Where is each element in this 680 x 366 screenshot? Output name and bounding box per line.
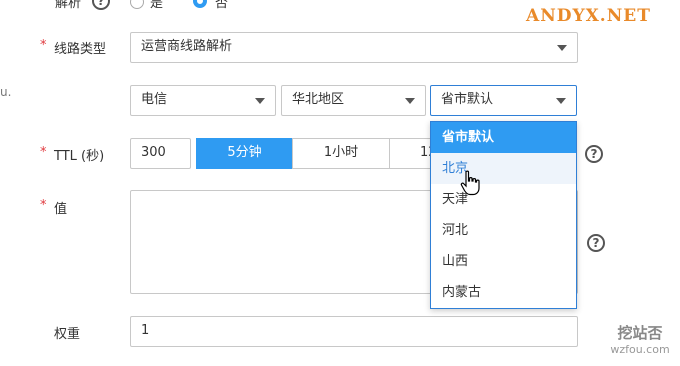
province-dropdown[interactable]: 省市默认 北京 天津 河北 山西 内蒙古 [430, 121, 577, 309]
required-mark: * [40, 198, 47, 213]
required-mark: * [40, 38, 47, 53]
value-label: 值 [54, 202, 68, 217]
question-circle-icon[interactable]: ? [585, 145, 603, 163]
question-circle-icon[interactable]: ? [587, 234, 605, 252]
site-watermark-cn: 挖站否 [617, 324, 663, 342]
weight-input[interactable]: 1 [130, 316, 578, 347]
radio-yes[interactable] [130, 0, 144, 9]
radio-no[interactable] [193, 0, 207, 8]
region-value: 华北地区 [292, 92, 345, 107]
dropdown-item[interactable]: 内蒙古 [431, 277, 576, 308]
ttl-input[interactable]: 300 [130, 138, 191, 169]
site-watermark: 挖站否 wzfou.com [610, 322, 670, 356]
radio-yes-label: 是 [150, 0, 164, 11]
weight-label: 权重 [54, 327, 81, 342]
line-type-select[interactable]: 运营商线路解析 [130, 32, 578, 63]
caret-down-icon [556, 98, 566, 104]
region-select[interactable]: 华北地区 [281, 85, 426, 116]
province-value: 省市默认 [441, 92, 494, 107]
radio-no-label: 否 [215, 0, 229, 11]
province-select[interactable]: 省市默认 [430, 85, 577, 116]
caret-down-icon [255, 98, 265, 104]
caret-down-icon [557, 45, 567, 51]
dropdown-item[interactable]: 河北 [431, 215, 576, 246]
carrier-select[interactable]: 电信 [130, 85, 276, 116]
top-row-label: 解析 [55, 0, 82, 11]
dropdown-item[interactable]: 北京 [431, 153, 576, 184]
ttl-option-1h[interactable]: 1小时 [292, 138, 390, 169]
carrier-value: 电信 [141, 92, 168, 107]
line-type-value: 运营商线路解析 [141, 39, 233, 54]
left-edge-text: u. [0, 85, 12, 99]
hand-pointer-icon [460, 170, 480, 196]
required-mark: * [40, 145, 47, 160]
dropdown-item[interactable]: 省市默认 [431, 122, 576, 153]
dropdown-item[interactable]: 天津 [431, 184, 576, 215]
ttl-value: 300 [141, 145, 166, 160]
caret-down-icon [405, 98, 415, 104]
ttl-label: TTL (秒) [54, 149, 105, 164]
site-watermark-url: wzfou.com [610, 343, 670, 356]
dropdown-item[interactable]: 山西 [431, 246, 576, 277]
ttl-option-12h[interactable]: 12 [389, 138, 437, 169]
ttl-option-5min[interactable]: 5分钟 [196, 138, 293, 169]
question-circle-icon[interactable]: ? [92, 0, 110, 10]
weight-value: 1 [141, 323, 150, 338]
brand-watermark: ANDYX.NET [526, 6, 651, 26]
line-type-label: 线路类型 [54, 42, 107, 57]
